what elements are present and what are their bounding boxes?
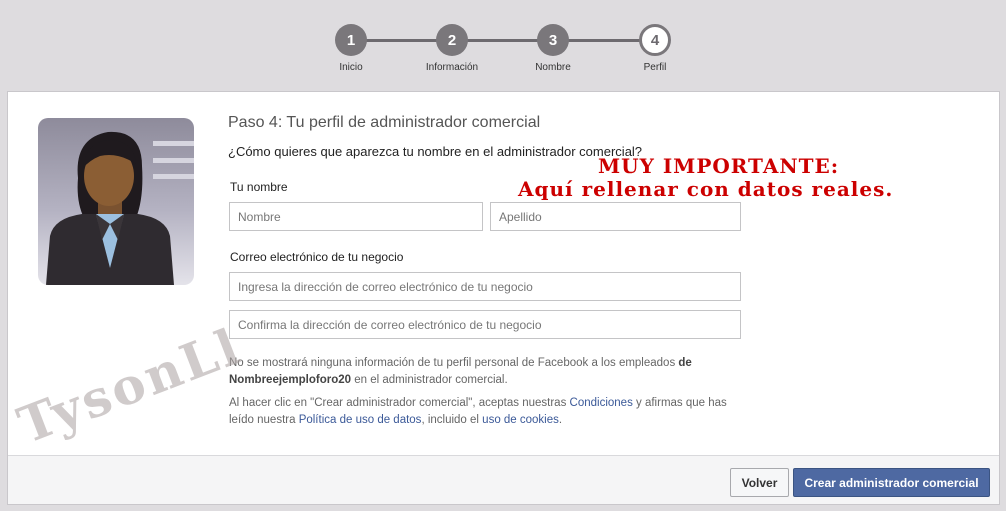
data-policy-link[interactable]: Política de uso de datos [299,414,422,426]
email-confirm-input[interactable] [229,310,741,339]
back-button[interactable]: Volver [730,468,789,497]
step-4-label: Perfil [643,62,667,73]
businesswoman-avatar-icon [46,131,194,285]
progress-stepper: 1 Inicio 2 Información 3 Nombre 4 Perfil [0,0,1006,90]
privacy-note: No se mostrará ninguna información de tu… [229,355,729,388]
first-name-input[interactable] [229,202,483,231]
name-label: Tu nombre [230,180,288,194]
terms-text-3: , incluido el [421,413,483,426]
stepper-line [351,39,656,42]
name-question: ¿Cómo quieres que aparezca tu nombre en … [228,144,643,159]
annotation-line-1: MUY IMPORTANTE: [598,154,840,178]
business-manager-dialog: Paso 4: Tu perfil de administrador comer… [7,91,1000,505]
dialog-title: Paso 4: Tu perfil de administrador comer… [228,114,541,131]
annotation-line-2: Aquí rellenar con datos reales. [518,177,894,201]
last-name-input[interactable] [490,202,741,231]
privacy-note-prefix: No se mostrará ninguna información de tu… [229,357,679,369]
terms-text-1: Al hacer clic en "Crear administrador co… [229,397,570,409]
step-1-label: Inicio [339,62,363,73]
step-3-label: Nombre [535,62,571,73]
create-business-manager-button[interactable]: Crear administrador comercial [793,468,990,497]
profile-illustration [38,118,194,285]
step-4-circle: 4 [639,24,671,56]
email-label: Correo electrónico de tu negocio [230,250,404,264]
cookies-link[interactable]: uso de cookies [482,414,559,426]
step-1-circle: 1 [335,24,367,56]
privacy-note-suffix: en el administrador comercial. [351,373,508,386]
step-3-circle: 3 [537,24,569,56]
terms-note: Al hacer clic en "Crear administrador co… [229,395,729,428]
step-2-circle: 2 [436,24,468,56]
terms-text-4: . [558,413,563,426]
email-input[interactable] [229,272,741,301]
step-2-label: Información [425,62,479,73]
conditions-link[interactable]: Condiciones [570,397,633,409]
